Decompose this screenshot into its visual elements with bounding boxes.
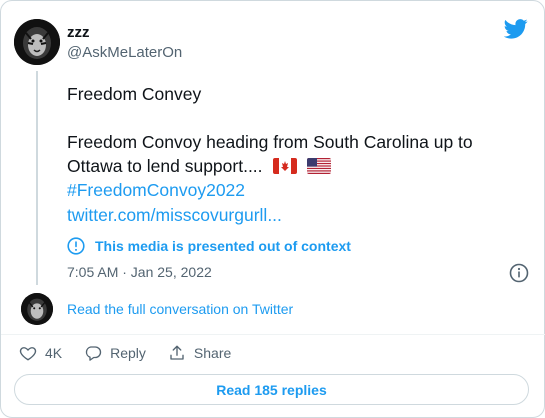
tweet-text-line-2: Freedom Convoy heading from South Caroli… xyxy=(67,132,473,152)
read-full-conversation-link[interactable]: Read the full conversation on Twitter xyxy=(67,301,293,317)
heart-icon xyxy=(19,347,37,361)
info-icon[interactable] xyxy=(509,263,529,283)
conversation-avatar[interactable] xyxy=(21,293,53,325)
author-name[interactable]: zzz xyxy=(67,24,90,41)
reply-button[interactable]: Reply xyxy=(84,344,146,362)
timestamp[interactable]: 7:05 AM · Jan 25, 2022 xyxy=(67,264,212,280)
tweet-text-line-3: Ottawa to lend support.... xyxy=(67,154,331,178)
reply-label: Reply xyxy=(110,345,146,361)
action-bar: 4K Reply Share xyxy=(19,344,253,362)
like-button[interactable]: 4K xyxy=(19,344,62,362)
share-button[interactable]: Share xyxy=(168,344,231,362)
avatar[interactable] xyxy=(14,19,60,65)
author-handle[interactable]: @AskMeLaterOn xyxy=(67,44,182,61)
twitter-bird-icon[interactable] xyxy=(504,19,528,39)
tiger-avatar-icon xyxy=(21,293,53,325)
tweet-text-line-1: Freedom Convey xyxy=(67,84,202,104)
tweet-card: zzz @AskMeLaterOn Freedom Convey Freedom… xyxy=(0,0,545,418)
read-replies-button[interactable]: Read 185 replies xyxy=(14,374,529,405)
hashtag-link[interactable]: #FreedomConvoy2022 xyxy=(67,178,245,202)
share-label: Share xyxy=(193,345,232,361)
thread-line xyxy=(36,71,38,285)
tweet-text-line-3-text: Ottawa to lend support.... xyxy=(67,156,263,176)
exclamation-circle-icon xyxy=(67,237,85,255)
canada-flag-icon xyxy=(272,158,297,174)
context-notice[interactable]: This media is presented out of context xyxy=(67,237,351,255)
reply-bubble-icon xyxy=(85,346,102,361)
like-count: 4K xyxy=(45,345,63,361)
context-notice-text: This media is presented out of context xyxy=(95,238,351,254)
divider xyxy=(1,334,545,335)
share-icon xyxy=(170,345,184,360)
url-link[interactable]: twitter.com/misscovurgurll... xyxy=(67,203,282,227)
tiger-avatar-icon xyxy=(14,19,60,65)
us-flag-icon xyxy=(306,158,331,174)
